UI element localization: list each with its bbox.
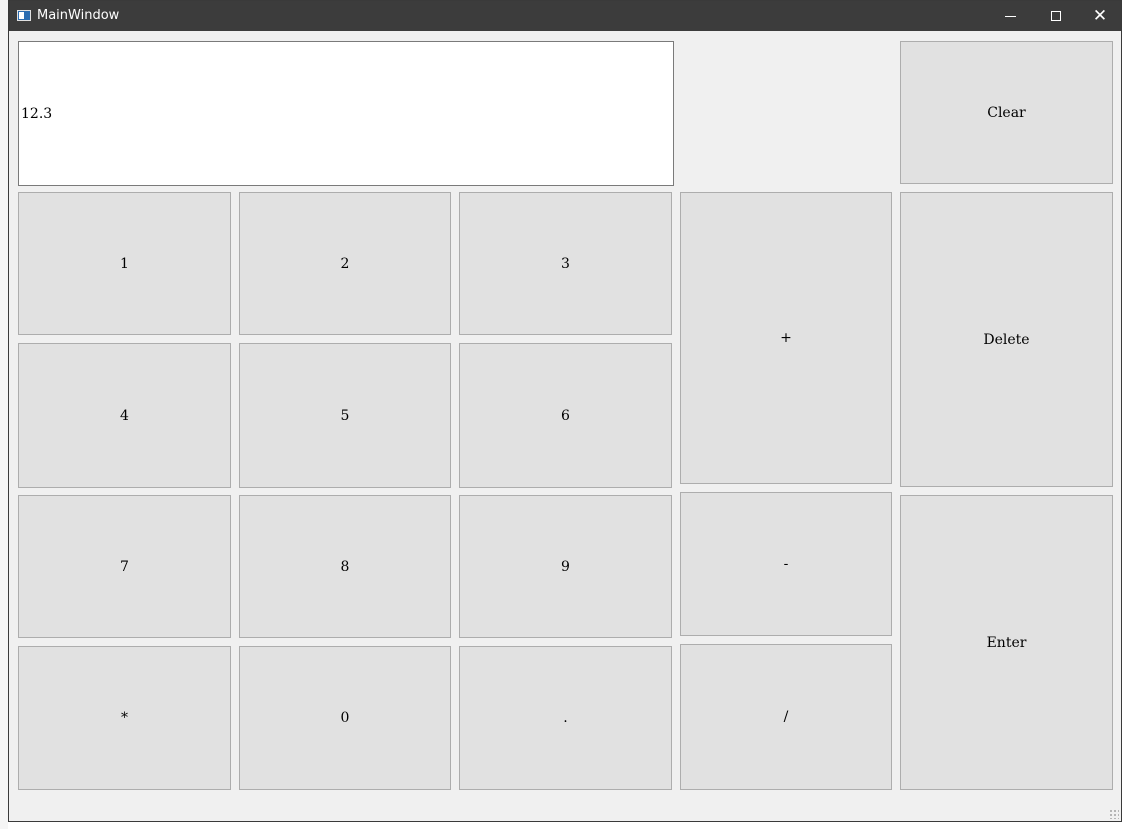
maximize-button[interactable] <box>1033 1 1079 31</box>
calculator-display[interactable]: 12.3 <box>18 41 674 186</box>
delete-button[interactable]: Delete <box>900 192 1113 487</box>
digit-6-button[interactable]: 6 <box>459 343 672 488</box>
digit-9-button[interactable]: 9 <box>459 495 672 638</box>
maximize-icon <box>1051 11 1061 21</box>
divide-button[interactable]: / <box>680 644 892 790</box>
digit-0-button[interactable]: 0 <box>239 646 451 790</box>
main-window: MainWindow ✕ 12.3 Clear 1 2 3 + Delete 4… <box>8 0 1122 822</box>
multiply-button[interactable]: * <box>18 646 231 790</box>
app-icon <box>17 10 31 21</box>
digit-4-button[interactable]: 4 <box>18 343 231 488</box>
digit-2-button[interactable]: 2 <box>239 192 451 335</box>
window-title: MainWindow <box>37 8 120 23</box>
minimize-icon <box>1004 15 1016 17</box>
resize-grip[interactable] <box>1109 809 1119 819</box>
close-icon: ✕ <box>1092 5 1108 26</box>
dot-button[interactable]: . <box>459 646 672 790</box>
minus-button[interactable]: - <box>680 492 892 636</box>
background-area <box>0 0 8 829</box>
minimize-button[interactable] <box>987 1 1033 31</box>
plus-button[interactable]: + <box>680 192 892 484</box>
digit-3-button[interactable]: 3 <box>459 192 672 335</box>
display-value: 12.3 <box>21 105 53 122</box>
digit-5-button[interactable]: 5 <box>239 343 451 488</box>
enter-button[interactable]: Enter <box>900 495 1113 790</box>
digit-1-button[interactable]: 1 <box>18 192 231 335</box>
digit-7-button[interactable]: 7 <box>18 495 231 638</box>
title-bar[interactable]: MainWindow ✕ <box>9 1 1121 31</box>
clear-button[interactable]: Clear <box>900 41 1113 184</box>
close-button[interactable]: ✕ <box>1077 1 1123 31</box>
digit-8-button[interactable]: 8 <box>239 495 451 638</box>
